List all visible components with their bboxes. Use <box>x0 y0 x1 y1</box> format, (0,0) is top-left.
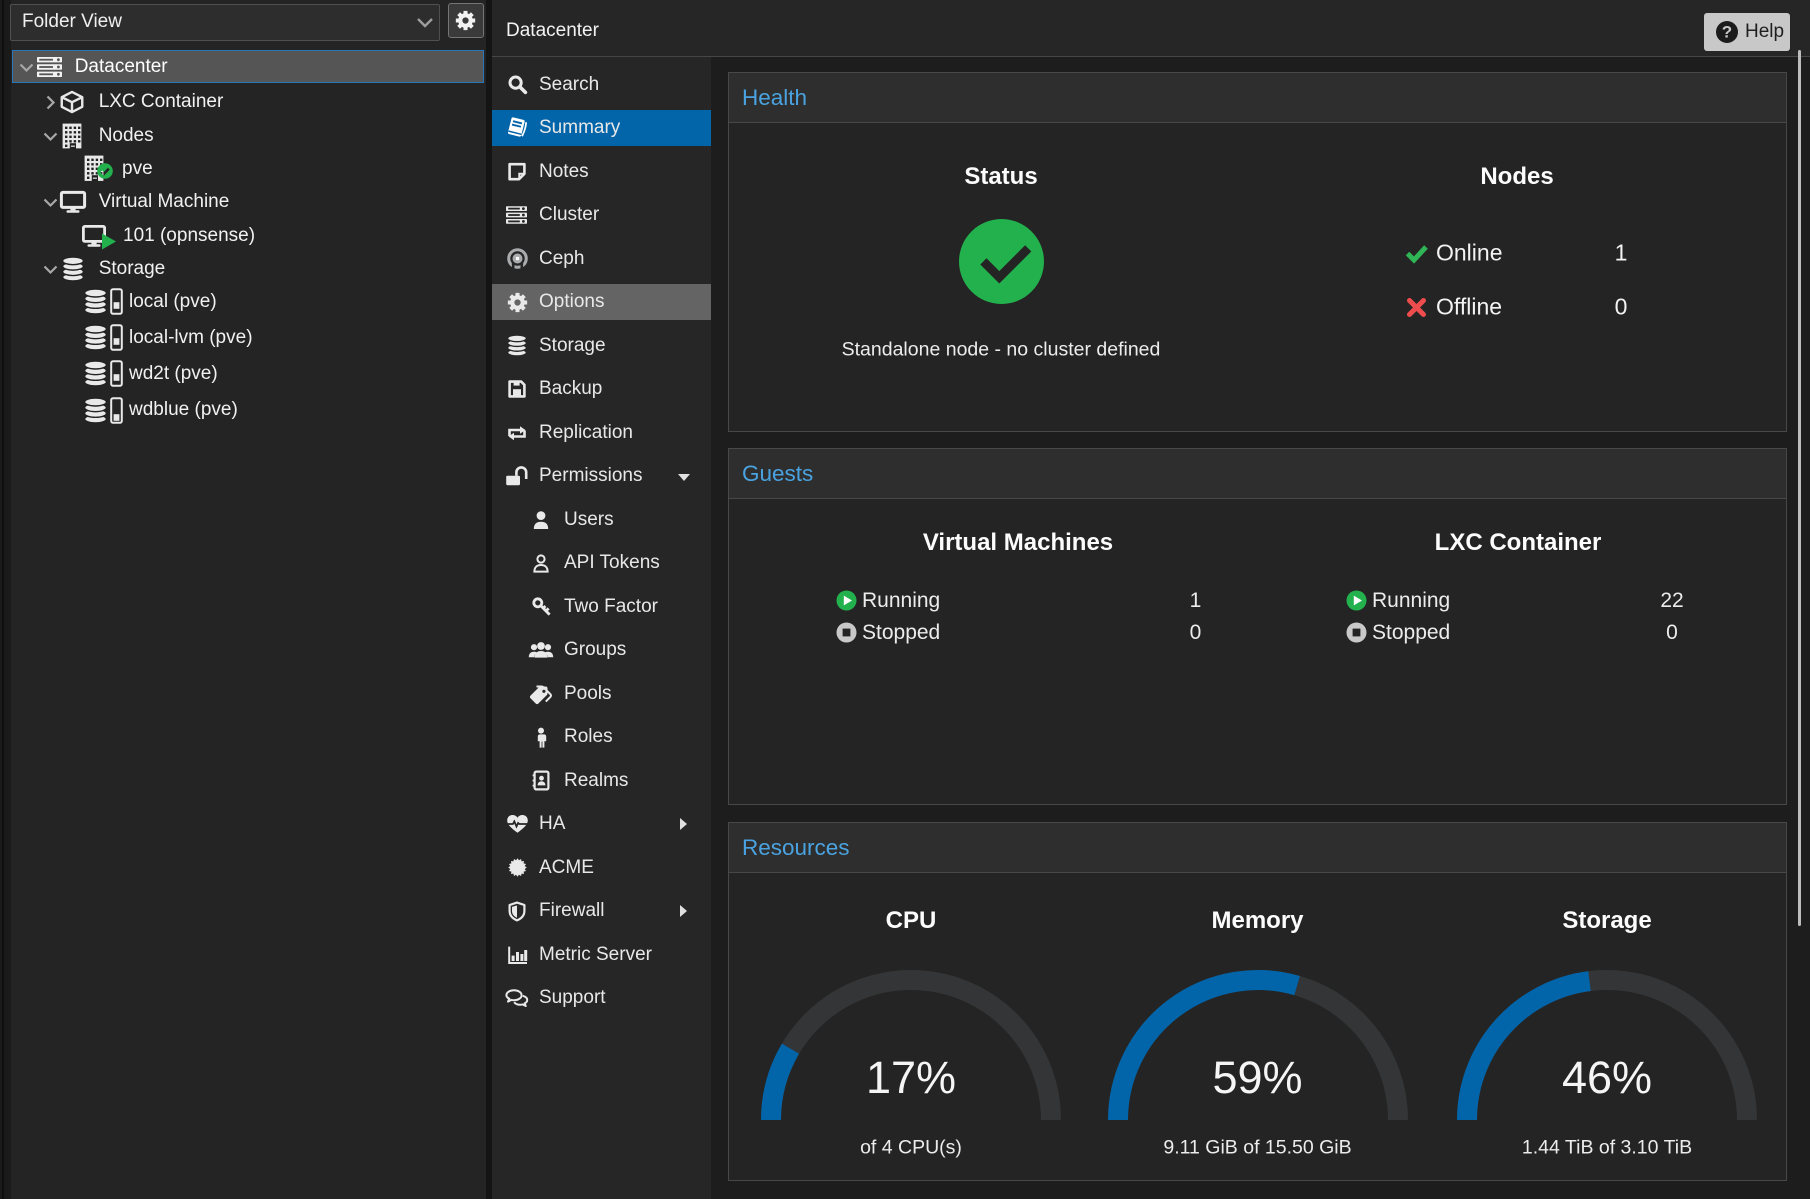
svg-text:?: ? <box>1722 23 1732 42</box>
